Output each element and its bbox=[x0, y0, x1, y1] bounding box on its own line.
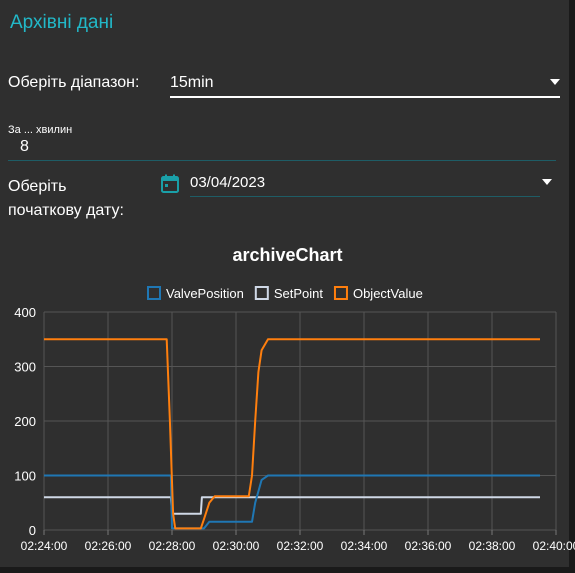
x-tick-label: 02:38:00 bbox=[469, 539, 516, 553]
x-tick-label: 02:32:00 bbox=[277, 539, 324, 553]
legend-label: ValvePosition bbox=[166, 286, 244, 301]
y-tick-label: 200 bbox=[14, 414, 36, 429]
series-line-objectvalue bbox=[44, 338, 540, 530]
start-date-label-line1: Оберіть bbox=[8, 178, 67, 195]
page-title: Архівні дані bbox=[10, 12, 114, 33]
y-tick-label: 100 bbox=[14, 469, 36, 484]
minutes-input-value: 8 bbox=[20, 138, 29, 155]
chevron-down-icon bbox=[542, 179, 552, 185]
range-select[interactable]: 15min bbox=[170, 70, 560, 98]
y-tick-label: 0 bbox=[29, 523, 36, 538]
start-date-value: 03/04/2023 bbox=[190, 174, 266, 191]
range-label: Оберіть діапазон: bbox=[8, 74, 140, 91]
legend-label: SetPoint bbox=[274, 286, 324, 301]
range-select-value: 15min bbox=[170, 74, 214, 91]
chevron-down-icon bbox=[550, 79, 560, 85]
y-tick-label: 300 bbox=[14, 360, 36, 375]
legend-swatch bbox=[333, 286, 348, 300]
legend-label: ObjectValue bbox=[353, 286, 423, 301]
start-date-label-line2: початкову дату: bbox=[8, 202, 124, 219]
archive-panel: Архівні дані Оберіть діапазон: 15min За … bbox=[0, 0, 575, 573]
minutes-input[interactable]: 8 bbox=[8, 136, 556, 161]
x-tick-label: 02:24:00 bbox=[21, 539, 68, 553]
y-tick-label: 400 bbox=[14, 305, 36, 320]
start-date-input[interactable]: 03/04/2023 bbox=[190, 172, 552, 197]
minutes-label: За ... хвилин bbox=[8, 124, 73, 136]
series-line-valveposition bbox=[44, 474, 540, 530]
x-tick-label: 02:30:00 bbox=[213, 539, 260, 553]
x-tick-label: 02:28:00 bbox=[149, 539, 196, 553]
x-tick-label: 02:40:00 bbox=[533, 539, 575, 553]
series-line-setpoint bbox=[44, 496, 540, 515]
x-tick-label: 02:26:00 bbox=[85, 539, 132, 553]
archive-chart: 0 100 200 300 400 02:24:00 02:26:00 02:28:00 02:… bbox=[14, 286, 575, 553]
chart-title: archiveChart bbox=[232, 245, 343, 265]
x-tick-label: 02:36:00 bbox=[405, 539, 452, 553]
x-tick-label: 02:34:00 bbox=[341, 539, 388, 553]
legend-swatch bbox=[254, 286, 269, 300]
calendar-icon[interactable] bbox=[160, 174, 180, 194]
legend-swatch bbox=[147, 286, 161, 300]
